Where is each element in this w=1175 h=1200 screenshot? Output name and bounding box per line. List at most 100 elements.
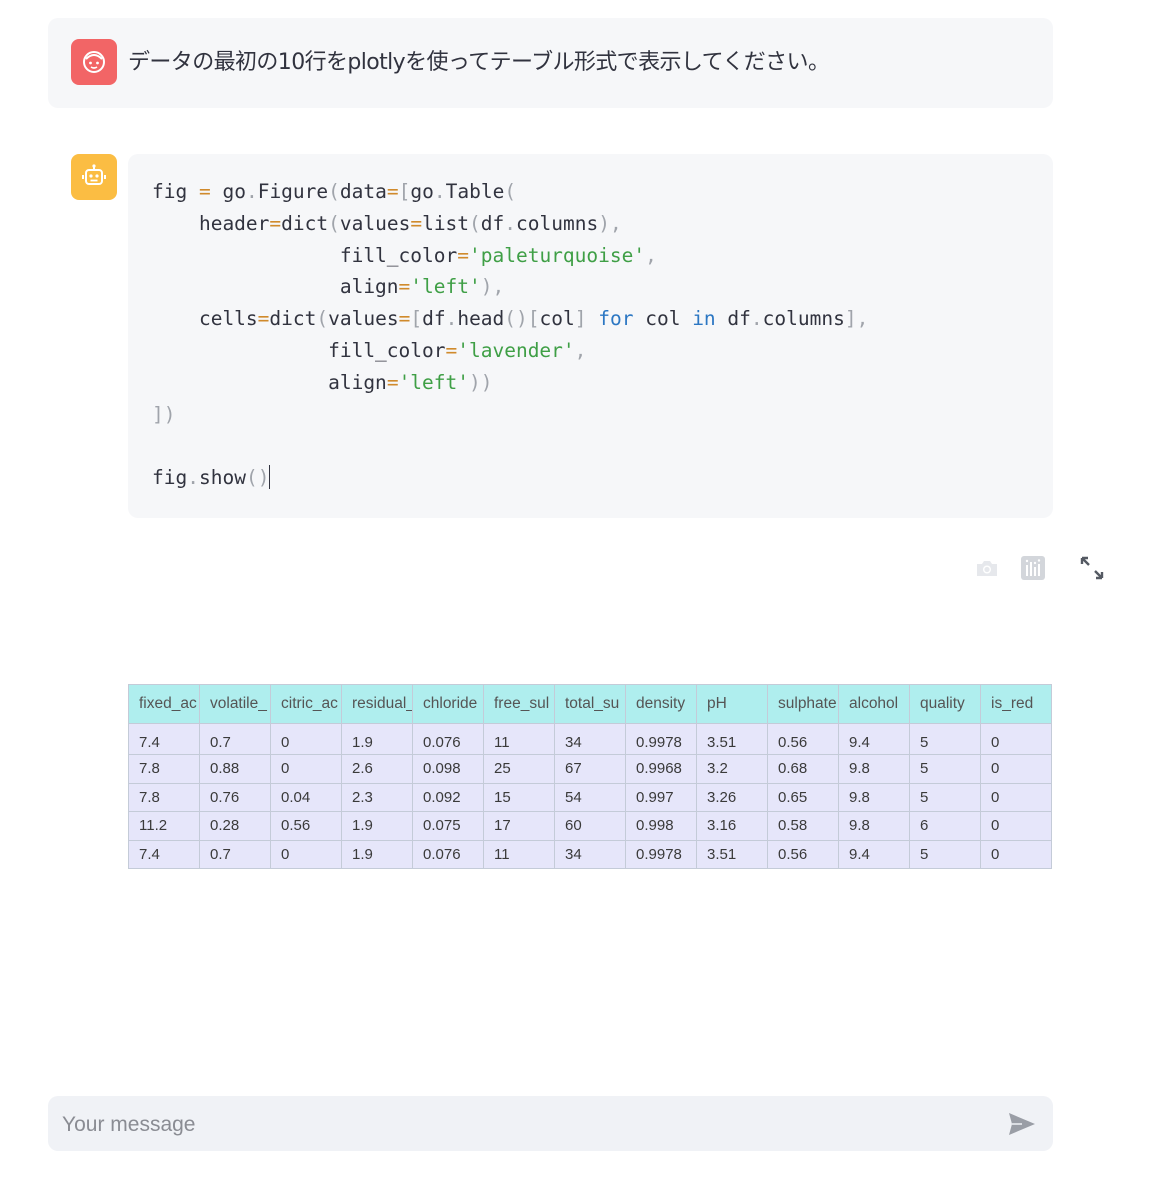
- user-face-icon: [83, 51, 105, 73]
- table-cell: 0.998: [625, 811, 697, 841]
- code-line: ]): [152, 402, 176, 426]
- table-header-cell: pH: [696, 684, 768, 724]
- table-cell: 0.65: [767, 782, 839, 813]
- fullscreen-icon: [1080, 556, 1104, 580]
- table-row: 11.2 0.28 0.56 1.9 0.075 17 60 0.998 3.16 0.58 9.8…: [128, 811, 1052, 841]
- table-cell: 0.076: [412, 839, 484, 870]
- table-cell: 5: [909, 754, 981, 784]
- camera-icon: [977, 561, 997, 576]
- table-cell: 0.28: [199, 811, 271, 841]
- table-cell: 11: [483, 839, 555, 870]
- code-line: header=dict(values=list(df.columns),: [152, 211, 622, 235]
- table-cell: 54: [554, 782, 626, 813]
- table-header-cell: chloride: [412, 684, 484, 724]
- table-cell: 3.26: [696, 782, 768, 813]
- table-cell: 0: [270, 839, 342, 870]
- table-row: 7.4 0.7 0 1.9 0.076 11 34 0.9978 3.51 0.56 9.4 5 0: [128, 839, 1052, 870]
- table-cell: 9.4: [838, 839, 910, 870]
- table-header-cell: quality: [909, 684, 981, 724]
- table-cell: 0.56: [270, 811, 342, 841]
- code-line: cells=dict(values=[df.head()[col] for co…: [152, 307, 869, 331]
- table-cell: 0.075: [412, 811, 484, 841]
- table-cell: 1.9: [341, 723, 413, 755]
- table-cell: 3.16: [696, 811, 768, 841]
- table-cell: 0.04: [270, 782, 342, 813]
- table-cell: 9.4: [838, 723, 910, 755]
- user-message-text: データの最初の10行をplotlyを使ってテーブル形式で表示してください。: [128, 50, 830, 75]
- code-line: fig = go.Figure(data=[go.Table(: [152, 180, 517, 203]
- assistant-avatar: [71, 154, 117, 200]
- code-block: fig = go.Figure(data=[go.Table( header=d…: [128, 154, 1053, 518]
- table-cell: 17: [483, 811, 555, 841]
- robot-icon: [82, 164, 106, 185]
- table-cell: 0.092: [412, 782, 484, 813]
- table-body: 7.4 0.7 0 1.9 0.076 11 34 0.9978 3.51 0.56 9.4 5 0 7.…: [128, 723, 1052, 870]
- table-cell: 3.2: [696, 754, 768, 784]
- code-line: fill_color='paleturquoise',: [152, 243, 657, 267]
- table-cell: 0.9968: [625, 754, 697, 784]
- table-cell: 9.8: [838, 754, 910, 784]
- table-cell: 0.7: [199, 723, 271, 755]
- table-cell: 0.997: [625, 782, 697, 813]
- table-header-cell: volatile_: [199, 684, 271, 724]
- table-cell: 34: [554, 723, 626, 755]
- table-cell: 11.2: [128, 811, 200, 841]
- table-cell: 7.4: [128, 839, 200, 870]
- plotly-table: fixed_ac volatile_ citric_ac residual_ chlor…: [128, 684, 1052, 870]
- table-cell: 0.098: [412, 754, 484, 784]
- table-cell: 60: [554, 811, 626, 841]
- text-cursor: [269, 465, 271, 490]
- table-cell: 5: [909, 723, 981, 755]
- user-message: データの最初の10行をplotlyを使ってテーブル形式で表示してください。: [48, 18, 1053, 108]
- table-cell: 0: [980, 754, 1052, 784]
- table-cell: 34: [554, 839, 626, 870]
- table-cell: 7.4: [128, 723, 200, 755]
- table-cell: 3.51: [696, 839, 768, 870]
- chat-input[interactable]: [60, 1096, 984, 1153]
- table-cell: 0: [980, 723, 1052, 755]
- code-line: fig.show(): [152, 465, 271, 490]
- user-avatar: [71, 39, 117, 85]
- table-cell: 0.9978: [625, 723, 697, 755]
- table-cell: 9.8: [838, 811, 910, 841]
- table-cell: 1.9: [341, 839, 413, 870]
- table-cell: 15: [483, 782, 555, 813]
- code-line: align='left')): [152, 370, 493, 394]
- table-cell: 9.8: [838, 782, 910, 813]
- table-cell: 0.56: [767, 839, 839, 870]
- table-cell: 67: [554, 754, 626, 784]
- table-cell: 2.6: [341, 754, 413, 784]
- table-cell: 1.9: [341, 811, 413, 841]
- table-cell: 0.7: [199, 839, 271, 870]
- code-line: align='left'),: [152, 275, 505, 299]
- table-row: 7.4 0.7 0 1.9 0.076 11 34 0.9978 3.51 0.56 9.4 5 0: [128, 723, 1052, 755]
- camera-button[interactable]: [972, 553, 1002, 583]
- table-header-cell: free_sul: [483, 684, 555, 724]
- table-cell: 0: [980, 782, 1052, 813]
- chat-input-bar: [48, 1096, 1053, 1153]
- table-cell: 0: [270, 754, 342, 784]
- table-cell: 0.76: [199, 782, 271, 813]
- table-header-cell: sulphate: [767, 684, 839, 724]
- table-cell: 6: [909, 811, 981, 841]
- table-cell: 0.56: [767, 723, 839, 755]
- table-header-cell: alcohol: [838, 684, 910, 724]
- code-content: fig = go.Figure(data=[go.Table( header=d…: [152, 176, 868, 494]
- plot-modebar: [970, 553, 1110, 585]
- fullscreen-button[interactable]: [1077, 553, 1107, 583]
- table-cell: 25: [483, 754, 555, 784]
- table-header-cell: residual_: [341, 684, 413, 724]
- code-line: fill_color='lavender',: [152, 338, 587, 362]
- table-header-cell: total_su: [554, 684, 626, 724]
- table-cell: 0.68: [767, 754, 839, 784]
- table-row: 7.8 0.88 0 2.6 0.098 25 67 0.9968 3.2 0.68 9.8 5 0: [128, 754, 1052, 784]
- plotly-logo-button[interactable]: [1018, 553, 1048, 583]
- table-header-cell: density: [625, 684, 697, 724]
- table-cell: 0.076: [412, 723, 484, 755]
- send-button[interactable]: [1007, 1109, 1037, 1139]
- table-cell: 0: [270, 723, 342, 755]
- table-cell: 0: [980, 839, 1052, 870]
- table-row: 7.8 0.76 0.04 2.3 0.092 15 54 0.997 3.26 0.65 9.8 5…: [128, 782, 1052, 813]
- table-cell: 7.8: [128, 782, 200, 813]
- table-header-cell: fixed_ac: [128, 684, 200, 724]
